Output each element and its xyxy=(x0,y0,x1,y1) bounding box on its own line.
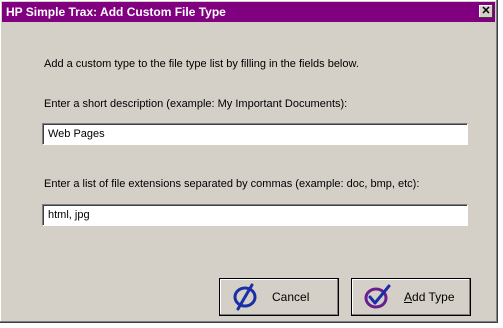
add-type-label: Add Type xyxy=(404,290,455,304)
description-input[interactable] xyxy=(42,123,468,145)
close-button[interactable]: ✕ xyxy=(479,5,493,18)
cancel-label: Cancel xyxy=(272,290,310,304)
add-type-label-rest: dd Type xyxy=(412,290,455,304)
instructions-text: Add a custom type to the file type list … xyxy=(44,58,359,70)
cancel-button[interactable]: Cancel xyxy=(219,278,339,316)
close-icon: ✕ xyxy=(481,5,491,17)
cancel-circle-slash-icon xyxy=(233,283,257,311)
extensions-input[interactable] xyxy=(42,204,468,226)
add-custom-file-type-dialog: HP Simple Trax: Add Custom File Type ✕ A… xyxy=(0,0,498,323)
extensions-label: Enter a list of file extensions separate… xyxy=(44,178,420,190)
add-type-accelerator: A xyxy=(404,290,413,304)
description-label: Enter a short description (example: My I… xyxy=(44,98,348,110)
title-bar[interactable]: HP Simple Trax: Add Custom File Type ✕ xyxy=(2,2,495,22)
window-title: HP Simple Trax: Add Custom File Type xyxy=(6,5,226,19)
checkmark-circle-icon xyxy=(364,284,391,309)
add-type-button[interactable]: Add Type xyxy=(351,278,471,316)
